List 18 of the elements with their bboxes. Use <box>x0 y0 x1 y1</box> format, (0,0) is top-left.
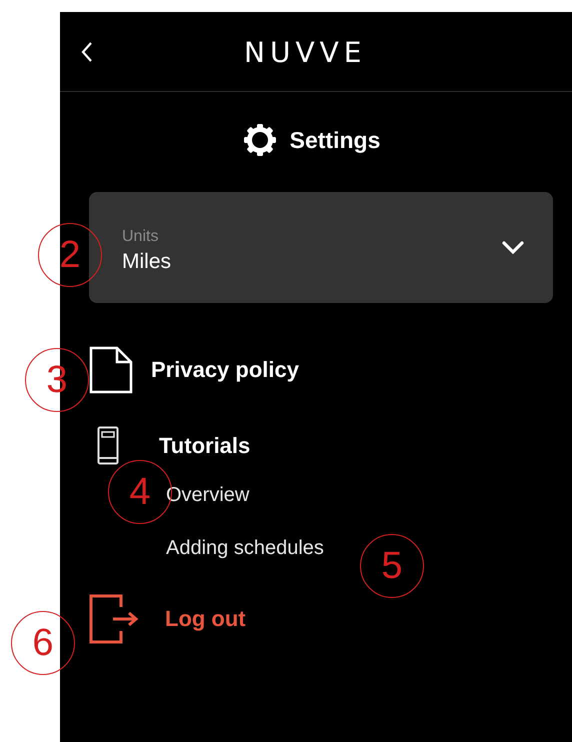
dropdown-label: Units <box>122 228 160 246</box>
callout-number: 5 <box>360 534 424 598</box>
logout-link[interactable]: Log out <box>165 606 246 632</box>
callout-number: 2 <box>38 223 102 287</box>
callout-number: 6 <box>11 611 75 675</box>
menu-item[interactable]: Tutorials <box>159 433 250 459</box>
submenu-item[interactable]: Adding schedules <box>166 537 324 560</box>
menu-item[interactable]: Privacy policy <box>151 357 299 383</box>
units-dropdown[interactable]: Units Miles <box>89 192 553 303</box>
dropdown-value: Miles <box>122 250 172 274</box>
chevron-down-icon <box>501 240 525 256</box>
back-button[interactable] <box>80 40 94 62</box>
logo: NUVVE <box>244 36 366 69</box>
page-title: Settings <box>290 126 380 154</box>
logout-icon <box>89 594 141 644</box>
settings-icon <box>242 122 278 158</box>
book-icon <box>97 426 119 466</box>
document-icon <box>89 346 133 394</box>
